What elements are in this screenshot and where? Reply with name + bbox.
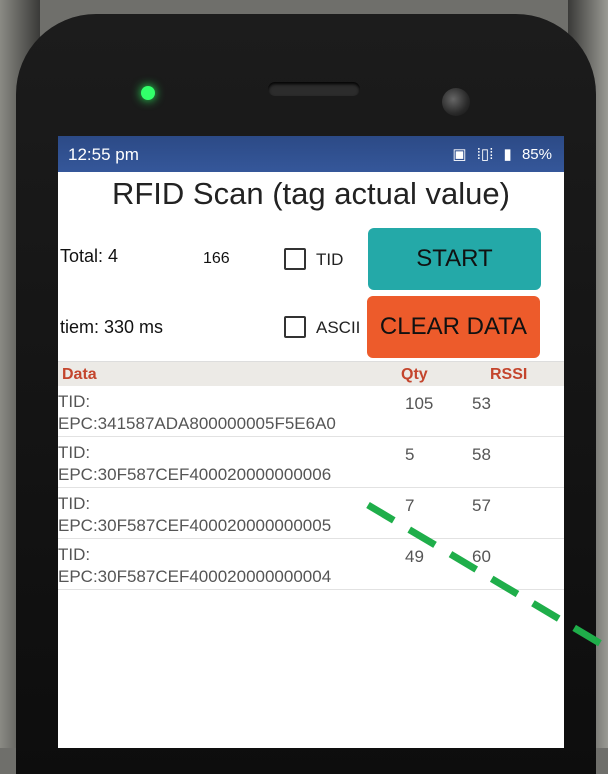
status-bar: 12:55 pm ▣ ⁞▯⁞ ▮ 85%: [58, 136, 564, 172]
header-rssi: RSSI: [490, 366, 528, 383]
row-tid: TID:: [58, 443, 91, 462]
row-rssi: 57: [472, 496, 491, 515]
ascii-label: ASCII: [316, 318, 361, 337]
tid-label: TID: [316, 250, 344, 269]
tid-checkbox[interactable]: [284, 248, 306, 270]
earpiece-speaker: [268, 82, 360, 96]
table-row[interactable]: TID: EPC:30F587CEF400020000000005 7 57: [58, 488, 564, 539]
status-time: 12:55 pm: [68, 145, 139, 164]
header-qty: Qty: [401, 366, 428, 383]
vibrate-icon: ⁞▯⁞: [476, 146, 494, 163]
screen: 12:55 pm ▣ ⁞▯⁞ ▮ 85% RFID Scan (tag actu…: [58, 136, 564, 748]
row-qty: 49: [405, 547, 424, 566]
row-tid: TID:: [58, 545, 91, 564]
table-row[interactable]: TID: EPC:30F587CEF400020000000004 49 60: [58, 539, 564, 590]
nfc-icon: ▣: [452, 146, 467, 163]
clear-data-button[interactable]: CLEAR DATA: [367, 296, 540, 358]
status-icons: ▣ ⁞▯⁞ ▮ 85%: [446, 145, 552, 163]
row-epc: EPC:341587ADA800000005F5E6A0: [58, 414, 336, 433]
table-row[interactable]: TID: EPC:30F587CEF400020000000006 5 58: [58, 437, 564, 488]
header-data: Data: [62, 366, 97, 383]
read-count: 166: [203, 250, 230, 267]
row-qty: 105: [405, 394, 434, 413]
table-header: Data Qty RSSI: [58, 361, 564, 386]
battery-percent: 85%: [521, 146, 552, 163]
page-title: RFID Scan (tag actual value): [111, 176, 510, 211]
row-rssi: 53: [472, 394, 491, 413]
row-qty: 7: [405, 496, 415, 515]
row-epc: EPC:30F587CEF400020000000004: [58, 567, 332, 586]
tag-list: TID: EPC:341587ADA800000005F5E6A0 105 53…: [58, 386, 564, 590]
scan-time: tiem: 330 ms: [60, 317, 164, 337]
front-camera: [442, 88, 470, 116]
start-button[interactable]: START: [368, 228, 541, 290]
notification-led: [141, 86, 155, 100]
row-epc: EPC:30F587CEF400020000000005: [58, 516, 332, 535]
ascii-checkbox[interactable]: [284, 316, 306, 338]
table-row[interactable]: TID: EPC:341587ADA800000005F5E6A0 105 53: [58, 386, 564, 437]
battery-icon: ▮: [503, 146, 512, 163]
total-count: Total: 4: [60, 246, 119, 266]
row-rssi: 58: [472, 445, 491, 464]
row-rssi: 60: [472, 547, 491, 566]
row-epc: EPC:30F587CEF400020000000006: [58, 465, 332, 484]
row-qty: 5: [405, 445, 415, 464]
row-tid: TID:: [58, 392, 91, 411]
row-tid: TID:: [58, 494, 91, 513]
